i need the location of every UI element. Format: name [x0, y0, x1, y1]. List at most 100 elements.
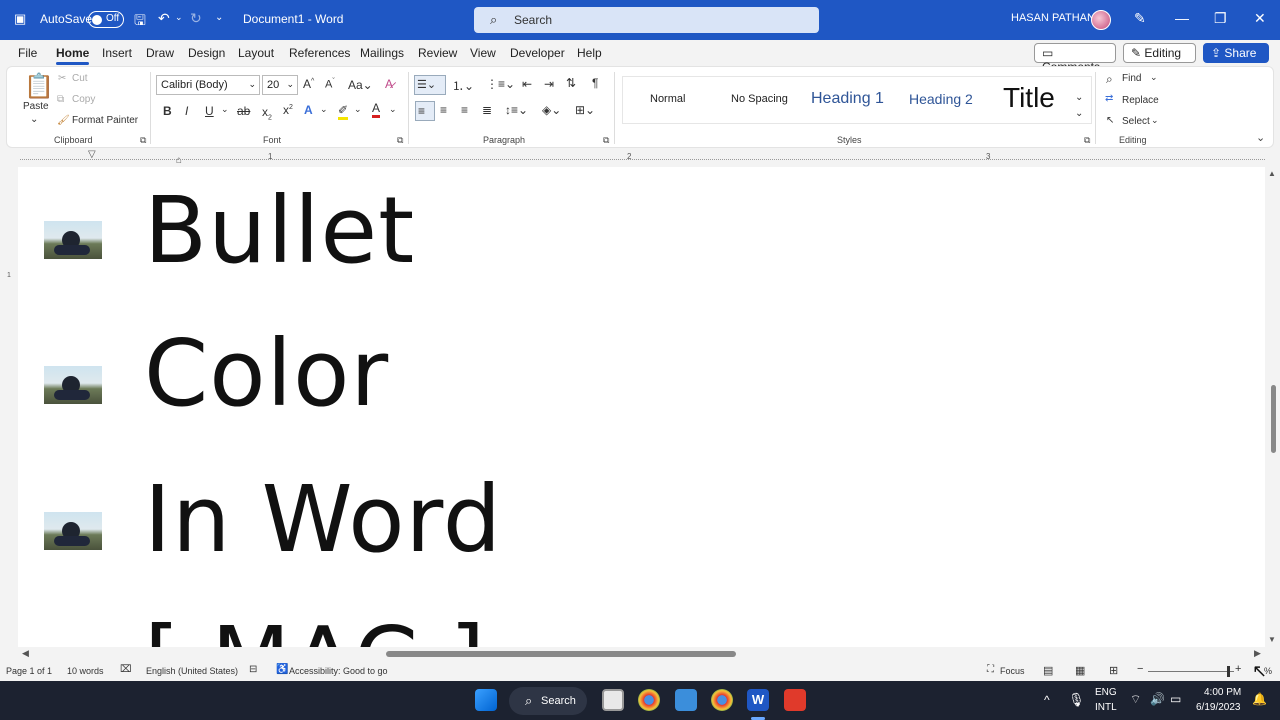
keyboard-layout[interactable]: INTL: [1095, 702, 1117, 713]
select-cursor-icon[interactable]: ↖: [1106, 115, 1114, 126]
subscript-icon[interactable]: x2: [262, 105, 272, 121]
font-color-dropdown-icon[interactable]: ⌄: [389, 104, 397, 115]
style-title[interactable]: Title: [1003, 82, 1055, 114]
user-name[interactable]: HASAN PATHAN: [1011, 12, 1095, 24]
focus-button[interactable]: Focus: [1000, 666, 1025, 676]
tab-draw[interactable]: Draw: [146, 46, 174, 60]
clock-time[interactable]: 4:00 PM: [1204, 687, 1241, 698]
scroll-up-icon[interactable]: ▲: [1268, 169, 1276, 178]
language-code[interactable]: ENG: [1095, 687, 1117, 698]
superscript-icon[interactable]: x2: [283, 103, 293, 117]
tab-developer[interactable]: Developer: [510, 46, 565, 60]
clipboard-launcher-icon[interactable]: ⧉: [140, 135, 146, 146]
battery-icon[interactable]: ▭: [1170, 692, 1181, 706]
style-normal[interactable]: Normal: [650, 93, 685, 105]
accessibility-icon[interactable]: ♿: [276, 664, 288, 675]
text-effects-icon[interactable]: A: [304, 103, 313, 117]
wifi-icon[interactable]: ⌔: [1130, 692, 1141, 707]
read-mode-icon[interactable]: ▤: [1043, 664, 1053, 677]
tab-insert[interactable]: Insert: [102, 46, 132, 60]
language[interactable]: English (United States): [146, 666, 238, 676]
replace-icon[interactable]: ⇄: [1105, 93, 1113, 104]
maximize-icon[interactable]: ❐: [1214, 10, 1227, 27]
page-count[interactable]: Page 1 of 1: [6, 666, 52, 676]
windows-start-icon[interactable]: [475, 689, 497, 711]
increase-indent-icon[interactable]: ⇥: [544, 77, 554, 91]
zoom-slider[interactable]: [1148, 671, 1234, 672]
notification-icon[interactable]: 🔔: [1252, 692, 1267, 706]
bullets-icon[interactable]: ☰⌄: [414, 75, 446, 95]
avatar[interactable]: [1091, 10, 1111, 30]
bold-icon[interactable]: B: [163, 104, 172, 118]
paragraph-launcher-icon[interactable]: ⧉: [603, 135, 609, 146]
print-layout-icon[interactable]: ▦: [1075, 664, 1085, 677]
vertical-scrollbar[interactable]: ▲ ▼: [1265, 167, 1280, 647]
word-taskbar-icon[interactable]: W: [747, 689, 769, 711]
copy-icon[interactable]: ⧉: [57, 94, 64, 105]
select-dropdown-icon[interactable]: ⌄: [1151, 115, 1159, 126]
word-count[interactable]: 10 words: [67, 666, 104, 676]
document-line[interactable]: In Word: [144, 474, 502, 566]
designer-pen-icon[interactable]: ✎: [1134, 10, 1146, 27]
tab-layout[interactable]: Layout: [238, 46, 274, 60]
numbering-icon[interactable]: ⒈⌄: [452, 77, 474, 94]
document-line[interactable]: [ MAC ]: [144, 615, 486, 648]
find-icon[interactable]: ⌕: [1106, 72, 1113, 87]
paste-icon[interactable]: 📋: [24, 72, 54, 101]
styles-launcher-icon[interactable]: ⧉: [1084, 135, 1090, 146]
microphone-icon[interactable]: 🎙: [1068, 692, 1085, 708]
tab-references[interactable]: References: [289, 46, 350, 60]
notepad-icon[interactable]: [675, 689, 697, 711]
grow-font-icon[interactable]: A^: [303, 77, 314, 91]
style-heading-2[interactable]: Heading 2: [909, 91, 973, 107]
style-heading-1[interactable]: Heading 1: [811, 90, 884, 108]
zoom-slider-thumb[interactable]: [1227, 666, 1230, 677]
web-layout-icon[interactable]: ⊞: [1109, 664, 1118, 677]
save-icon[interactable]: 🖫: [134, 10, 146, 34]
focus-icon[interactable]: ⛶: [987, 664, 994, 675]
align-center-icon[interactable]: ≡: [440, 103, 447, 117]
chevron-up-icon[interactable]: ^: [1044, 693, 1050, 707]
ruler[interactable]: ▽ ⌂ 1 2 3: [0, 149, 1280, 166]
word-app-icon[interactable]: ▣: [14, 11, 26, 27]
format-painter-button[interactable]: Format Painter: [72, 115, 138, 126]
sort-icon[interactable]: ⇅: [566, 76, 576, 90]
font-launcher-icon[interactable]: ⧉: [397, 135, 403, 146]
undo-dropdown-icon[interactable]: ⌄: [175, 12, 183, 23]
underline-icon[interactable]: U: [205, 104, 214, 118]
align-right-icon[interactable]: ≡: [461, 103, 468, 117]
decrease-indent-icon[interactable]: ⇤: [522, 77, 532, 91]
document-line[interactable]: Color: [144, 328, 389, 420]
shading-icon[interactable]: ◈⌄: [542, 103, 561, 117]
chrome-icon[interactable]: [711, 689, 733, 711]
hanging-indent-icon[interactable]: ⌂: [176, 155, 182, 166]
justify-icon[interactable]: ≣: [482, 103, 492, 117]
close-icon[interactable]: ✕: [1254, 10, 1266, 27]
align-left-icon[interactable]: ≡: [415, 101, 435, 121]
show-formatting-icon[interactable]: ¶: [592, 76, 598, 90]
text-predictions-icon[interactable]: ⊟: [249, 664, 257, 675]
select-button[interactable]: Select: [1122, 116, 1150, 127]
style-no-spacing[interactable]: No Spacing: [731, 93, 788, 105]
scroll-left-icon[interactable]: ◀: [22, 648, 29, 659]
font-size-select[interactable]: 20 ⌄: [262, 75, 298, 95]
strikethrough-icon[interactable]: ab: [237, 104, 250, 118]
underline-dropdown-icon[interactable]: ⌄: [221, 104, 229, 115]
scroll-right-icon[interactable]: ▶: [1254, 648, 1261, 659]
tab-review[interactable]: Review: [418, 46, 457, 60]
document-line[interactable]: Bullet: [144, 185, 415, 277]
taskbar-search[interactable]: ⌕ Search: [509, 687, 587, 715]
highlight-dropdown-icon[interactable]: ⌄: [354, 104, 362, 115]
collapse-ribbon-icon[interactable]: ⌄: [1256, 131, 1265, 144]
volume-icon[interactable]: 🔊: [1150, 692, 1165, 706]
cut-button[interactable]: Cut: [72, 73, 88, 84]
accessibility-status[interactable]: Accessibility: Good to go: [289, 666, 388, 676]
minimize-icon[interactable]: —: [1175, 10, 1189, 26]
zoom-in-icon[interactable]: +: [1235, 663, 1241, 675]
paste-button[interactable]: Paste: [23, 101, 49, 112]
styles-more-icon[interactable]: ⌄: [1075, 108, 1083, 119]
tab-home[interactable]: Home: [56, 46, 90, 65]
share-button[interactable]: ⇪ Share: [1203, 43, 1269, 63]
replace-button[interactable]: Replace: [1122, 95, 1159, 106]
text-effects-dropdown-icon[interactable]: ⌄: [320, 104, 328, 115]
